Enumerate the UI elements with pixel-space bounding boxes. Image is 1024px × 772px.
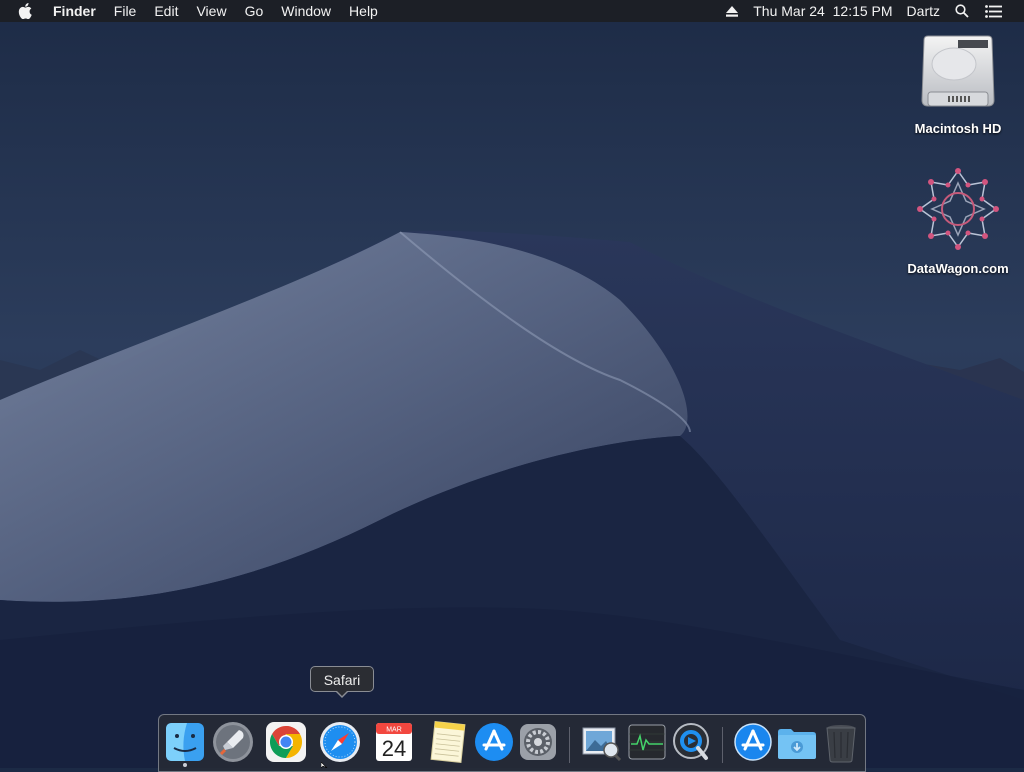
- menu-app-finder[interactable]: Finder: [44, 0, 105, 22]
- app-store-icon: [475, 723, 513, 761]
- dock-item-system-preferences[interactable]: [516, 720, 560, 764]
- notes-icon: [430, 720, 466, 764]
- dock-item-calendar[interactable]: MAR 24: [372, 720, 416, 764]
- desktop-wallpaper: [0, 0, 1024, 768]
- mouse-cursor: [321, 762, 328, 768]
- dock-separator: [722, 727, 723, 763]
- dock-tooltip: Safari: [310, 666, 374, 692]
- desktop-icon-label: Macintosh HD: [914, 121, 1002, 136]
- launchpad-icon: [213, 722, 253, 762]
- user-menu[interactable]: Dartz: [900, 0, 947, 22]
- datawagon-star-icon: [917, 168, 999, 250]
- eject-icon: [726, 5, 739, 17]
- menu-view[interactable]: View: [187, 0, 235, 22]
- desktop-icon-label: DataWagon.com: [907, 261, 1009, 276]
- menu-window[interactable]: Window: [272, 0, 340, 22]
- apple-menu[interactable]: [0, 3, 44, 19]
- menu-go[interactable]: Go: [236, 0, 273, 22]
- dock-separator: [569, 727, 570, 763]
- dock: MAR 24: [158, 714, 866, 772]
- system-preferences-icon: [520, 724, 556, 760]
- safari-icon: [320, 722, 360, 762]
- quicktime-icon: [673, 723, 709, 760]
- dock-item-downloads[interactable]: [775, 720, 819, 764]
- notification-center-button[interactable]: [977, 0, 1010, 22]
- tooltip-arrow-inner: [336, 690, 348, 696]
- desktop-icon-datawagon[interactable]: DataWagon.com: [898, 166, 1018, 276]
- hard-drive-icon: [921, 35, 995, 107]
- dock-item-safari[interactable]: [318, 720, 362, 764]
- dock-item-activity-monitor[interactable]: [625, 720, 669, 764]
- calendar-icon: MAR 24: [376, 723, 412, 761]
- chrome-icon: [266, 722, 306, 762]
- menu-edit[interactable]: Edit: [145, 0, 187, 22]
- desktop-icon-macintosh-hd[interactable]: Macintosh HD: [898, 30, 1018, 136]
- activity-monitor-icon: [628, 724, 666, 760]
- applications-folder-icon: [734, 723, 772, 761]
- trash-icon: [826, 725, 856, 763]
- preview-icon: [582, 727, 622, 762]
- dock-item-preview[interactable]: [579, 720, 623, 764]
- spotlight-button[interactable]: [947, 0, 977, 22]
- eject-menu-extra[interactable]: [718, 0, 746, 22]
- dock-item-notes[interactable]: [426, 720, 470, 764]
- calendar-month: MAR: [386, 727, 402, 734]
- dock-item-chrome[interactable]: [264, 720, 308, 764]
- clock[interactable]: Thu Mar 24 12:15 PM: [746, 0, 899, 22]
- downloads-folder-icon: [778, 729, 816, 759]
- menu-bar: Finder File Edit View Go Window Help Thu…: [0, 0, 1024, 22]
- dock-item-trash[interactable]: [819, 720, 863, 764]
- dock-item-finder[interactable]: [163, 720, 207, 764]
- notification-center-icon: [985, 4, 1002, 18]
- calendar-day: 24: [382, 736, 406, 761]
- spotlight-search-icon: [955, 4, 969, 18]
- finder-icon: [166, 723, 204, 761]
- dock-item-applications[interactable]: [731, 720, 775, 764]
- dock-item-quicktime[interactable]: [670, 720, 714, 764]
- dock-item-app-store[interactable]: [472, 720, 516, 764]
- menu-file[interactable]: File: [105, 0, 146, 22]
- menu-help[interactable]: Help: [340, 0, 387, 22]
- apple-icon: [18, 3, 32, 19]
- running-indicator: [183, 763, 187, 767]
- dock-item-launchpad[interactable]: [211, 720, 255, 764]
